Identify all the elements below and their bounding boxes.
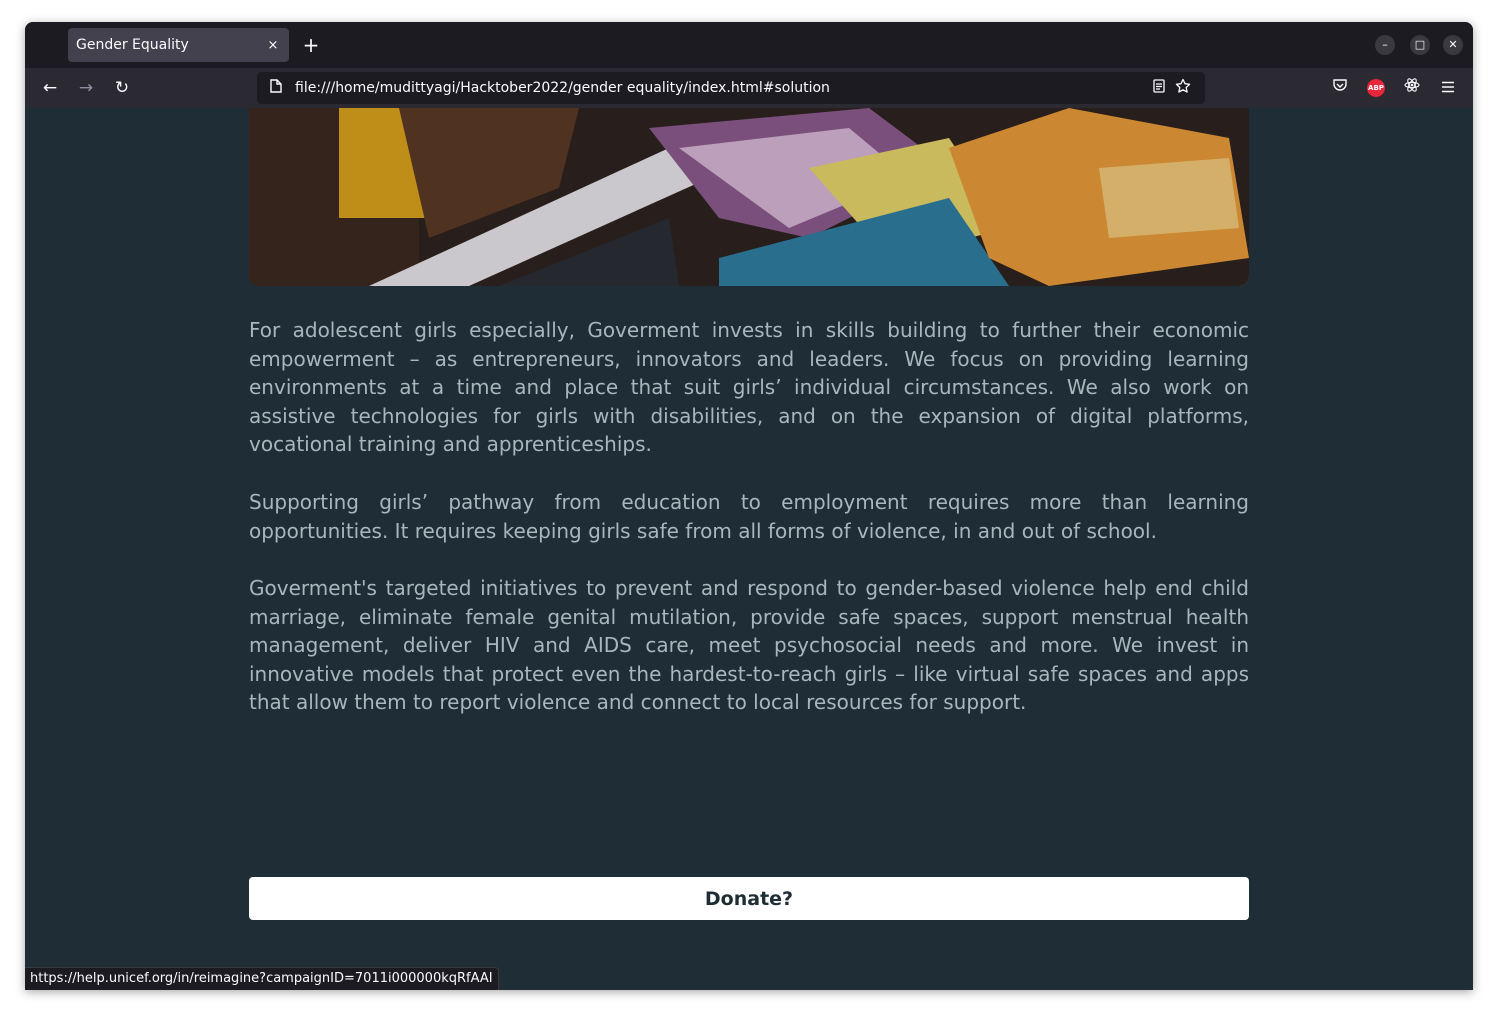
paragraph-skills: For adolescent girls especially, Goverme… (249, 318, 1249, 457)
status-bar-link: https://help.unicef.org/in/reimagine?cam… (25, 967, 499, 990)
tab-strip: Gender Equality × + – □ ✕ (25, 22, 1473, 68)
reload-button[interactable]: ↻ (110, 76, 134, 100)
donate-button[interactable]: Donate? (249, 877, 1249, 920)
tab-gender-equality[interactable]: Gender Equality × (68, 28, 289, 62)
menu-icon[interactable] (1437, 77, 1459, 99)
bookmark-star-icon[interactable] (1171, 78, 1195, 98)
navigation-toolbar: ← → ↻ file:///home/mudittyagi/Hacktober2… (25, 68, 1473, 108)
react-devtools-icon[interactable] (1401, 77, 1423, 99)
maximize-button[interactable]: □ (1410, 35, 1430, 55)
paragraph-initiatives: Goverment's targeted initiatives to prev… (249, 576, 1249, 715)
url-bar[interactable]: file:///home/mudittyagi/Hacktober2022/ge… (257, 72, 1205, 104)
url-text[interactable]: file:///home/mudittyagi/Hacktober2022/ge… (295, 80, 1147, 96)
back-button[interactable]: ← (38, 76, 62, 100)
page-icon (267, 79, 285, 97)
browser-window: Gender Equality × + – □ ✕ ← → ↻ file:///… (25, 22, 1473, 990)
tab-close-icon[interactable]: × (265, 38, 281, 53)
adblock-plus-icon[interactable]: ABP (1367, 79, 1385, 97)
minimize-button[interactable]: – (1375, 35, 1395, 55)
close-window-button[interactable]: ✕ (1443, 35, 1463, 55)
forward-button[interactable]: → (74, 76, 98, 100)
paragraph-pathway: Supporting girls’ pathway from education… (249, 490, 1249, 543)
tab-title: Gender Equality (76, 37, 189, 53)
pocket-icon[interactable] (1329, 77, 1351, 99)
hero-image (249, 108, 1249, 286)
page-content: For adolescent girls especially, Goverme… (25, 108, 1473, 990)
new-tab-button[interactable]: + (300, 34, 322, 56)
reader-view-icon[interactable] (1147, 79, 1171, 97)
